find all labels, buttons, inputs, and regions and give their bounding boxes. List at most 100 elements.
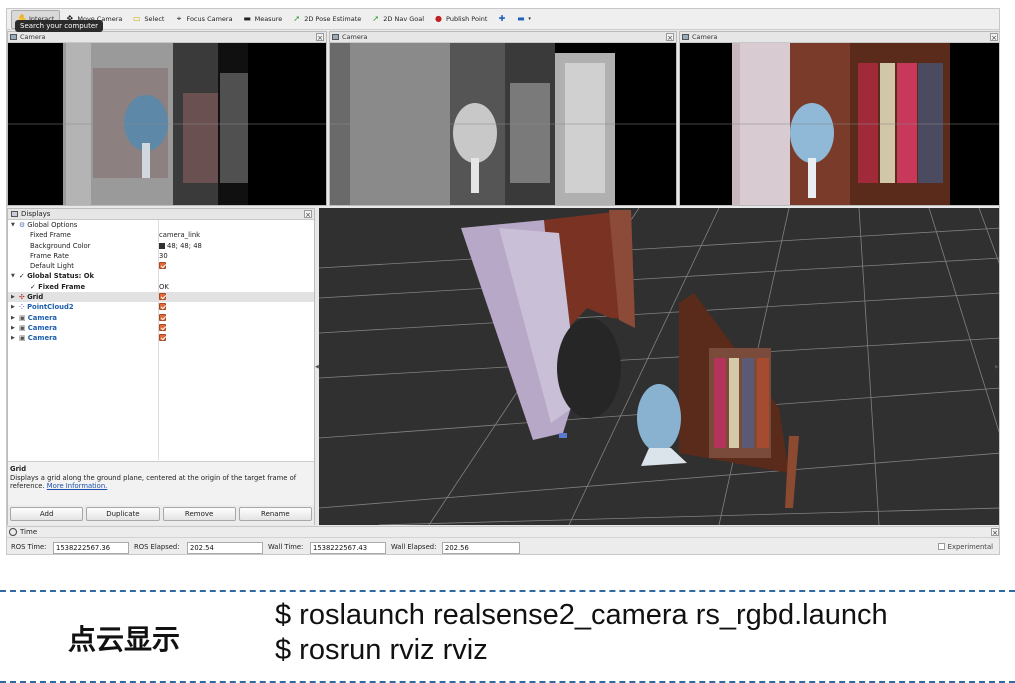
chevron-right-icon[interactable]: ▶: [11, 292, 15, 302]
fixed-frame-value[interactable]: camera_link: [159, 230, 200, 240]
camera-icon: [332, 34, 339, 40]
close-icon[interactable]: ×: [304, 210, 312, 219]
tree-row-camera-1[interactable]: ▶ ▣ Camera: [8, 313, 314, 323]
camera-icon: ▣: [19, 334, 26, 343]
close-icon[interactable]: ×: [316, 33, 324, 42]
chevron-down-icon[interactable]: ▼: [11, 271, 15, 281]
tree-row-global-options[interactable]: ▼ ⚙ Global Options: [8, 220, 314, 230]
pointcloud-icon: ⁘: [19, 303, 25, 312]
tool-focus-camera[interactable]: ⌖ Focus Camera: [169, 10, 237, 29]
color-image: [680, 43, 999, 205]
close-icon[interactable]: ×: [991, 528, 999, 537]
tool-measure[interactable]: ▬ Measure: [238, 10, 288, 29]
time-title: Time ×: [7, 527, 999, 538]
camera-icon: ▣: [19, 313, 26, 322]
plus-icon: ✚: [498, 14, 506, 23]
pointcloud2-checkbox[interactable]: [159, 303, 166, 311]
displays-tree: ▼ ⚙ Global Options Fixed Frame camera_li…: [8, 220, 314, 460]
wall-time-field[interactable]: 1538222567.43: [310, 542, 386, 554]
duplicate-button[interactable]: Duplicate: [86, 507, 160, 521]
caption-banner: 点云显示 $ roslaunch realsense2_camera rs_rg…: [0, 590, 1015, 683]
tree-row-fixed-frame-status[interactable]: ✓ Fixed Frame OK: [8, 282, 314, 292]
remove-button[interactable]: Remove: [162, 507, 236, 521]
camera-icon: [10, 34, 17, 40]
ruler-icon: ▬: [243, 14, 251, 23]
chevron-right-icon[interactable]: ▶: [11, 323, 15, 333]
caption-commands: $ roslaunch realsense2_camera rs_rgbd.la…: [275, 598, 888, 668]
infrared-image: [330, 43, 676, 205]
wall-elapsed-field[interactable]: 202.56: [442, 542, 520, 554]
grid-icon: ✣: [19, 293, 25, 302]
tree-row-background-color[interactable]: Background Color 48; 48; 48: [8, 241, 314, 251]
camera-panel-title: Camera ×: [330, 32, 676, 43]
camera-panel-2: Camera ×: [329, 31, 677, 206]
tool-select[interactable]: ▭ Select: [127, 10, 169, 29]
gear-icon: ⚙: [19, 221, 26, 229]
default-light-checkbox[interactable]: [159, 262, 166, 270]
tree-row-default-light[interactable]: Default Light: [8, 261, 314, 271]
camera-image-color: [680, 43, 999, 205]
close-icon[interactable]: ×: [990, 33, 998, 42]
tree-row-global-status[interactable]: ▼ ✓ Global Status: Ok: [8, 271, 314, 281]
tree-row-grid[interactable]: ▶ ✣ Grid: [8, 292, 314, 303]
check-icon: ✓: [30, 282, 36, 291]
camera-image-depth: [8, 43, 326, 205]
3d-view[interactable]: [319, 208, 999, 525]
chevron-down-icon: ▾: [528, 16, 531, 22]
color-swatch: [159, 242, 165, 249]
depth-image: [8, 43, 326, 205]
ros-time-field[interactable]: 1538222567.36: [53, 542, 129, 554]
more-information-link[interactable]: More Information.: [47, 482, 108, 490]
rviz-window: ✋ Interact ✥ Move Camera ▭ Select ⌖ Focus Ca…: [6, 8, 1000, 555]
camera-panel-title: Camera ×: [8, 32, 326, 43]
tooltip: Search your computer: [15, 20, 103, 32]
3d-render: [319, 208, 999, 525]
check-icon: ✓: [19, 272, 25, 281]
tool-2d-pose-estimate[interactable]: ➚ 2D Pose Estimate: [287, 10, 366, 29]
description-box: Grid Displays a grid along the ground pl…: [8, 461, 314, 505]
camera-icon: ▣: [19, 323, 26, 332]
camera-panel-1: Camera ×: [7, 31, 327, 206]
column-divider[interactable]: [158, 220, 159, 460]
rename-button[interactable]: Rename: [238, 507, 312, 521]
chevron-right-icon[interactable]: ▶: [11, 302, 15, 312]
grid-checkbox[interactable]: [159, 293, 166, 301]
tree-row-camera-3[interactable]: ▶ ▣ Camera: [8, 333, 314, 343]
experimental-checkbox[interactable]: Experimental: [937, 543, 993, 551]
displays-title: Displays ×: [8, 209, 314, 220]
green-arrow-icon: ➚: [372, 14, 380, 23]
pin-icon: ●: [435, 14, 443, 23]
displays-panel: Displays × ▼ ⚙ Global Options Fixed Frame…: [7, 208, 315, 525]
minus-icon: ▬: [517, 14, 525, 23]
tree-row-camera-2[interactable]: ▶ ▣ Camera: [8, 323, 314, 333]
ros-elapsed-field[interactable]: 202.54: [187, 542, 263, 554]
camera-checkbox[interactable]: [159, 313, 166, 321]
close-icon[interactable]: ×: [666, 33, 674, 42]
tree-row-pointcloud2[interactable]: ▶ ⁘ PointCloud2: [8, 302, 314, 312]
add-tool-button[interactable]: ✚: [492, 10, 511, 29]
camera-checkbox[interactable]: [159, 323, 166, 331]
clock-icon: [9, 528, 17, 536]
displays-buttons: Add Duplicate Remove Rename: [8, 505, 314, 525]
camera-checkbox[interactable]: [159, 334, 166, 342]
tree-row-fixed-frame[interactable]: Fixed Frame camera_link: [8, 230, 314, 240]
chevron-right-icon[interactable]: ▶: [11, 333, 15, 343]
tool-publish-point[interactable]: ● Publish Point: [429, 10, 492, 29]
toolbar: ✋ Interact ✥ Move Camera ▭ Select ⌖ Focus Ca…: [7, 9, 999, 30]
camera-icon: [682, 34, 689, 40]
tree-row-frame-rate[interactable]: Frame Rate 30: [8, 251, 314, 261]
camera-image-infrared: [330, 43, 676, 205]
time-panel: Time × ROS Time: 1538222567.36 ROS Elapse…: [7, 526, 999, 554]
add-button[interactable]: Add: [10, 507, 84, 521]
frame-rate-value[interactable]: 30: [159, 251, 168, 261]
crosshair-icon: ⌖: [176, 14, 182, 23]
remove-tool-button[interactable]: ▬ ▾: [511, 10, 536, 29]
tool-2d-nav-goal[interactable]: ➚ 2D Nav Goal: [366, 10, 429, 29]
chevron-right-icon[interactable]: ▶: [11, 313, 15, 323]
chevron-down-icon[interactable]: ▼: [11, 220, 15, 230]
monitor-icon: [11, 211, 18, 217]
select-icon: ▭: [133, 14, 141, 23]
collapse-right-icon[interactable]: ▶: [995, 364, 999, 370]
green-arrow-icon: ➚: [293, 14, 301, 23]
command-rosrun: $ rosrun rviz rviz: [275, 634, 488, 666]
